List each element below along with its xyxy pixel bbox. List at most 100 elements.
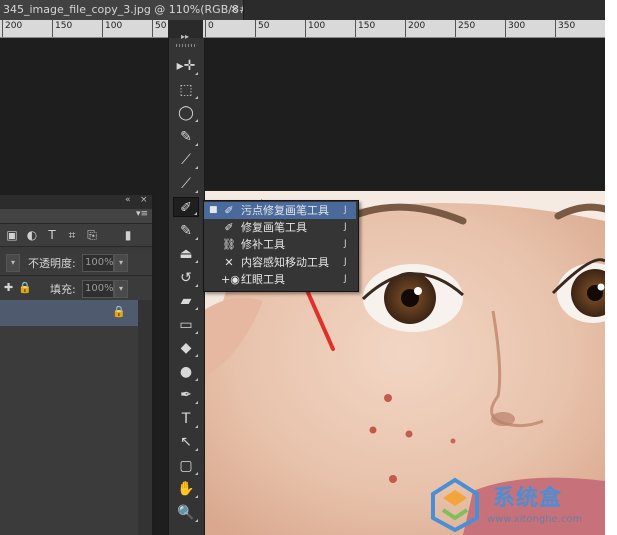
ruler-tick [405,20,406,37]
adjustment-filter-icon[interactable]: ◐ [24,227,40,243]
ruler-label: 150 [55,21,73,31]
ruler-label: 250 [458,21,476,31]
healing-tools-flyout-menu: ■ ✐ 污点修复画笔工具 J ✐ 修复画笔工具 J ⛓ 修补工具 J ✕ 内容感知移动工具 J +◉ 红眼工… [203,200,359,292]
quick-selection-tool[interactable]: ✎ [173,127,199,147]
eyedropper-tool[interactable]: ⟋ [173,174,199,194]
collapse-panel-icon[interactable]: « [125,195,131,205]
lock-all-icon[interactable]: 🔒 [18,281,32,294]
lasso-tool[interactable]: ◯ [173,103,199,123]
layer-filter-row: ▣ ◐ T ⌗ ⎘ ▮ [0,224,152,247]
fill-dropdown[interactable]: ▾ [114,280,128,298]
watermark-brand: 系统盒 [493,486,563,511]
more-tools-indicator [195,424,198,428]
blur-tool-icon: ◆ [180,340,192,356]
collapse-toolbar-icon[interactable]: ▸▸ [181,32,189,41]
history-brush-tool-icon: ↺ [180,269,192,286]
eraser-tool[interactable]: ▰ [173,291,199,311]
more-tools-indicator [195,166,198,169]
lock-transparency-icon[interactable]: ✚ [4,281,13,294]
quick-selection-tool-icon: ✎ [180,128,192,145]
history-brush-tool[interactable]: ↺ [173,268,199,288]
ruler-tick [255,20,256,37]
blend-mode-dropdown[interactable]: ▾ [6,254,20,272]
fill-input[interactable]: 100% [82,280,114,298]
selected-bullet-icon: ■ [209,205,218,215]
ruler-tick [205,20,206,37]
flyout-item-label: 污点修复画笔工具 [241,204,329,217]
marquee-tool-icon: ⬚ [179,81,193,98]
clone-stamp-tool[interactable]: ⏏ [173,244,199,264]
document-tab[interactable]: 345_image_file_copy_3.jpg @ 110%(RGB/8#)… [0,0,244,20]
flyout-tool-icon: +◉ [221,272,240,286]
brush-tool-icon: ✎ [180,222,192,239]
brush-tool[interactable]: ✎ [173,221,199,241]
zoom-tool[interactable]: 🔍 [173,503,199,523]
ruler-label: 50 [258,21,270,31]
opacity-input[interactable]: 100% [82,254,114,272]
spot-healing-brush-tool[interactable]: ✐ [173,197,199,217]
hand-tool[interactable]: ✋ [173,479,199,499]
flyout-item[interactable]: ⛓ 修补工具 J [204,236,356,253]
lasso-tool-icon: ◯ [178,105,194,121]
more-tools-indicator [195,95,198,99]
flyout-item-label: 内容感知移动工具 [241,255,329,269]
blur-tool[interactable]: ◆ [173,338,199,358]
pen-tool[interactable]: ✒ [173,385,199,405]
layer-row-background[interactable]: 🔒 [0,300,138,326]
smart-object-filter-icon[interactable]: ⎘ [84,227,100,243]
close-tab-icon[interactable]: × [230,0,238,20]
flyout-item[interactable]: +◉ 红眼工具 J [204,271,356,288]
ruler-tick [505,20,506,37]
more-tools-indicator [195,189,198,193]
clone-stamp-tool-icon: ⏏ [179,246,193,262]
flyout-tool-icon: ✐ [224,204,234,217]
ruler-tick [455,20,456,37]
ruler-tick [102,20,103,37]
document-tab-title: 345_image_file_copy_3.jpg @ 110%(RGB/8#)… [3,3,244,16]
eyedropper-tool-icon: ⟋ [181,175,191,192]
spot-healing-brush-tool-icon: ✐ [180,200,192,216]
layers-scrollbar[interactable] [138,300,152,535]
type-filter-icon[interactable]: T [44,227,60,243]
toolbar-grip[interactable] [176,44,196,47]
move-tool[interactable]: ▸✛ [173,56,199,76]
panel-menu-icon[interactable]: ▾≡ [136,209,148,219]
image-filter-icon[interactable]: ▣ [4,227,20,243]
ruler-label: 200 [408,21,426,31]
ruler-label: 200 [5,21,23,31]
flyout-shortcut-key: J [344,239,347,250]
photoshop-window: 345_image_file_copy_3.jpg @ 110%(RGB/8#)… [0,0,605,535]
path-selection-tool[interactable]: ↖ [173,432,199,452]
fill-label: 填充: [50,283,76,296]
more-tools-indicator [195,495,198,498]
more-tools-indicator [195,236,198,240]
type-tool[interactable]: T [173,409,199,429]
layer-lock-icon: 🔒 [112,305,126,318]
type-tool-icon: T [181,410,191,427]
ruler-tick [2,20,3,37]
flyout-item[interactable]: ✐ 修复画笔工具 J [204,219,356,236]
zoom-tool-icon: 🔍 [177,504,195,521]
shape-filter-icon[interactable]: ⌗ [64,227,80,243]
more-tools-indicator [195,377,198,381]
gradient-tool[interactable]: ▭ [173,315,199,335]
more-tools-indicator [195,260,198,263]
ruler-label: 0 [208,21,214,31]
ruler-label: 100 [308,21,326,31]
filter-toggle-icon[interactable]: ▮ [120,227,136,243]
marquee-tool[interactable]: ⬚ [173,80,199,100]
opacity-dropdown[interactable]: ▾ [114,254,128,272]
ruler-tick [355,20,356,37]
hand-tool-icon: ✋ [177,481,195,497]
eraser-tool-icon: ▰ [180,293,192,309]
flyout-item[interactable]: ■ ✐ 污点修复画笔工具 J [204,202,356,219]
more-tools-indicator [195,330,198,334]
shape-tool[interactable]: ▢ [173,456,199,476]
dodge-tool[interactable]: ● [173,362,199,382]
crop-tool[interactable]: ⟋ [173,150,199,170]
horizontal-ruler-left: 200 150 100 50 [0,20,168,38]
pen-tool-icon: ✒ [180,387,192,403]
more-tools-indicator [195,72,198,75]
close-panel-icon[interactable]: × [140,195,148,205]
flyout-item[interactable]: ✕ 内容感知移动工具 J [204,254,356,271]
